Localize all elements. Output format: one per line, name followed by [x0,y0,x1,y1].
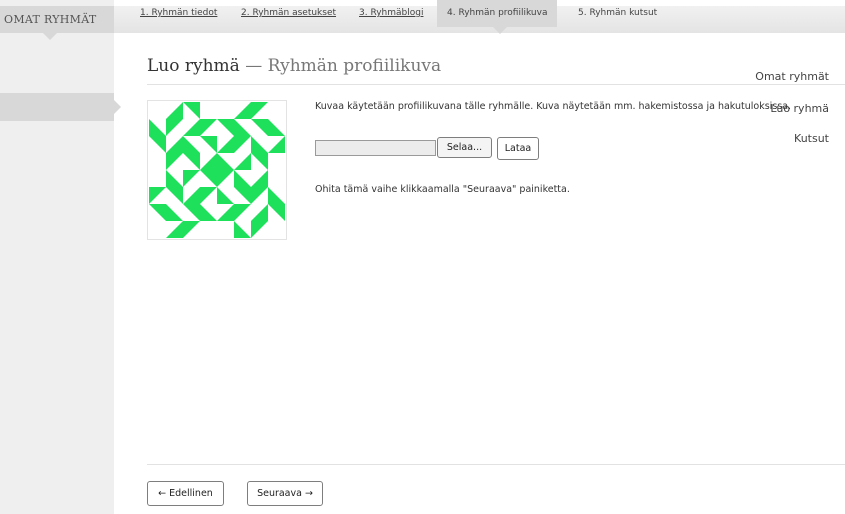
identicon-shape [251,136,268,153]
identicon-shape [217,204,234,221]
identicon-shape [234,102,251,119]
identicon-shape [149,136,166,153]
identicon-shape [200,204,217,221]
identicon-shape [234,136,251,153]
identicon-shape [200,119,217,136]
skip-instruction: Ohita tämä vaihe klikkaamalla "Seuraava"… [315,184,570,195]
next-button[interactable]: Seuraava → [247,481,323,506]
identicon-shape [149,119,166,136]
identicon-shape [234,119,251,136]
identicon-shape [251,170,268,187]
identicon-shape [200,153,217,170]
page-title-subtitle: Ryhmän profiilikuva [267,56,442,76]
identicon-shape [217,136,234,153]
upload-button[interactable]: Lataa [497,137,539,160]
identicon-shape [251,221,268,238]
sidebar-item-omat-ryhmat[interactable]: Omat ryhmät [755,70,829,83]
identicon-shape [200,187,217,204]
identicon-shape [251,204,268,221]
sidebar [0,0,114,514]
identicon-shape [217,187,234,204]
sidebar-header: OMAT RYHMÄT [0,6,114,40]
sidebar-item-kutsut[interactable]: Kutsut [794,132,829,145]
identicon-shape [268,136,285,153]
identicon-shape [166,153,183,170]
identicon-shape [268,204,285,221]
identicon-shape [183,136,200,153]
file-path-input[interactable] [315,140,436,156]
identicon-shape [200,170,217,187]
step-ryhman-kutsut: 5. Ryhmän kutsut [578,8,658,18]
identicon-shape [183,119,200,136]
footer-divider [147,464,845,465]
identicon-shape [166,102,183,119]
step-ryhman-asetukset[interactable]: 2. Ryhmän asetukset [241,0,336,27]
identicon-shape [217,119,234,136]
identicon-shape [268,187,285,204]
group-avatar [147,100,287,240]
identicon-shape [234,170,251,187]
identicon-shape [166,136,183,153]
identicon-image [149,102,285,238]
identicon-shape [200,136,217,153]
identicon-shape [251,153,268,170]
identicon-shape [217,170,234,187]
identicon-shape [183,204,200,221]
previous-button[interactable]: ← Edellinen [147,481,224,506]
identicon-shape [183,170,200,187]
identicon-shape [166,119,183,136]
step-ryhmablogi[interactable]: 3. Ryhmäblogi [359,0,423,27]
identicon-shape [251,119,268,136]
page-title-main: Luo ryhmä [147,56,240,76]
identicon-shape [166,187,183,204]
identicon-shape [217,153,234,170]
identicon-shape [166,204,183,221]
identicon-shape [166,170,183,187]
identicon-shape [183,187,200,204]
identicon-shape [268,119,285,136]
identicon-shape [234,204,251,221]
identicon-shape [183,221,200,238]
sidebar-active-highlight [0,93,121,121]
page-title-separator: — [239,56,268,76]
identicon-shape [234,153,251,170]
step-ryhman-profiilikuva: 4. Ryhmän profiilikuva [437,0,558,34]
page-title: Luo ryhmä — Ryhmän profiilikuva [147,56,441,76]
browse-button[interactable]: Selaa... [437,137,492,158]
upload-description: Kuvaa käytetään profiilikuvana tälle ryh… [315,101,792,112]
identicon-shape [251,187,268,204]
identicon-shape [149,204,166,221]
identicon-shape [149,187,166,204]
step-ryhman-tiedot[interactable]: 1. Ryhmän tiedot [140,0,217,27]
title-divider [147,84,845,85]
identicon-shape [251,102,268,119]
identicon-shape [234,221,251,238]
identicon-shape [183,102,200,119]
identicon-shape [183,153,200,170]
identicon-shape [234,187,251,204]
identicon-shape [166,221,183,238]
